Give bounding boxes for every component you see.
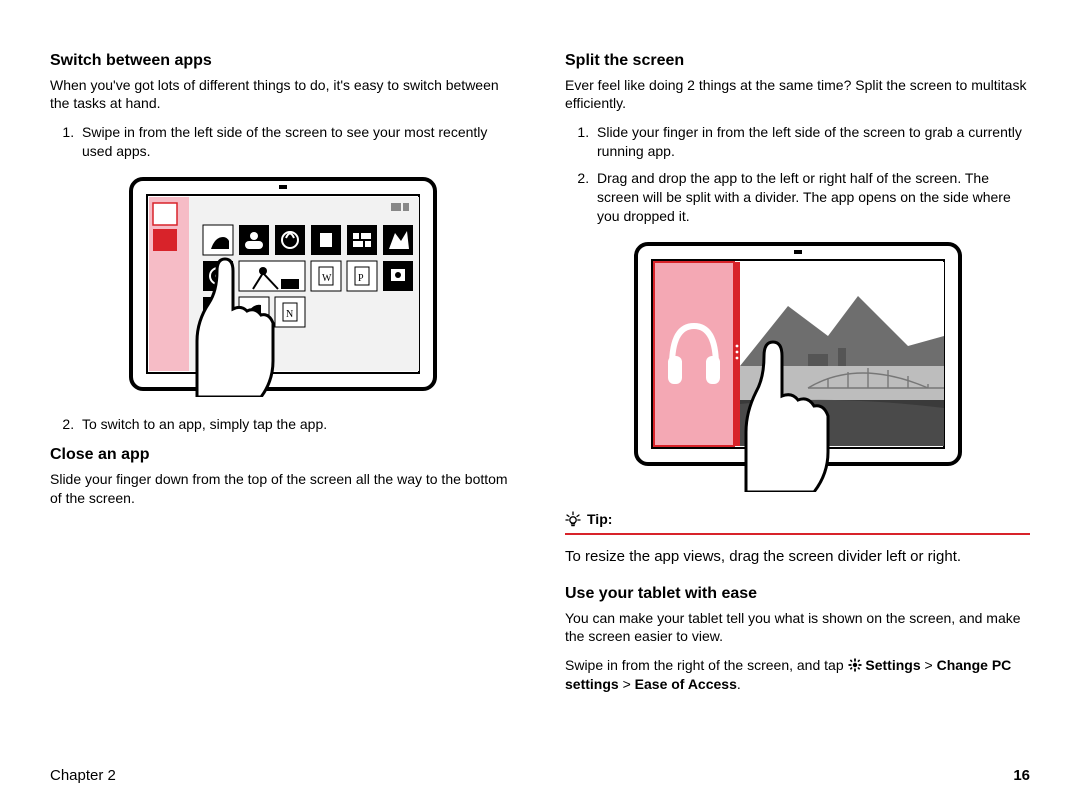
figure-split-screen	[628, 236, 968, 492]
para-close-app: Slide your finger down from the top of t…	[50, 470, 515, 508]
step-tap-app: To switch to an app, simply tap the app.	[78, 415, 515, 434]
step-swipe-left: Swipe in from the left side of the scree…	[78, 123, 515, 161]
heading-split-screen: Split the screen	[565, 50, 1030, 72]
para-ease-path: Swipe in from the right of the screen, a…	[565, 656, 1030, 694]
tip-label: Tip:	[587, 510, 612, 529]
bold-ease-access: Ease of Access	[635, 676, 737, 692]
heading-ease: Use your tablet with ease	[565, 583, 1030, 605]
right-column: Split the screen Ever feel like doing 2 …	[565, 50, 1030, 750]
step-drag-drop: Drag and drop the app to the left or rig…	[593, 169, 1030, 226]
svg-text:P: P	[358, 273, 364, 284]
svg-text:N: N	[286, 309, 293, 320]
tip-body: To resize the app views, drag the screen…	[565, 547, 1030, 567]
para-ease-intro: You can make your tablet tell you what i…	[565, 609, 1030, 647]
svg-text:W: W	[322, 273, 332, 284]
bold-settings: Settings	[865, 657, 920, 673]
chapter-label: Chapter 2	[50, 767, 116, 784]
heading-switch-apps: Switch between apps	[50, 50, 515, 72]
step-slide-grab: Slide your finger in from the left side …	[593, 123, 1030, 161]
tip-divider	[565, 533, 1030, 535]
para-split-intro: Ever feel like doing 2 things at the sam…	[565, 76, 1030, 114]
heading-close-app: Close an app	[50, 444, 515, 466]
figure-switch-apps: W P N	[123, 171, 443, 397]
tip-heading: Tip:	[565, 510, 1030, 529]
para-switch-intro: When you've got lots of different things…	[50, 76, 515, 114]
gear-icon	[848, 658, 862, 672]
left-column: Switch between apps When you've got lots…	[50, 50, 515, 750]
page-footer: Chapter 2 16	[50, 767, 1030, 784]
page-number: 16	[1013, 767, 1030, 784]
tip-icon	[565, 511, 581, 527]
